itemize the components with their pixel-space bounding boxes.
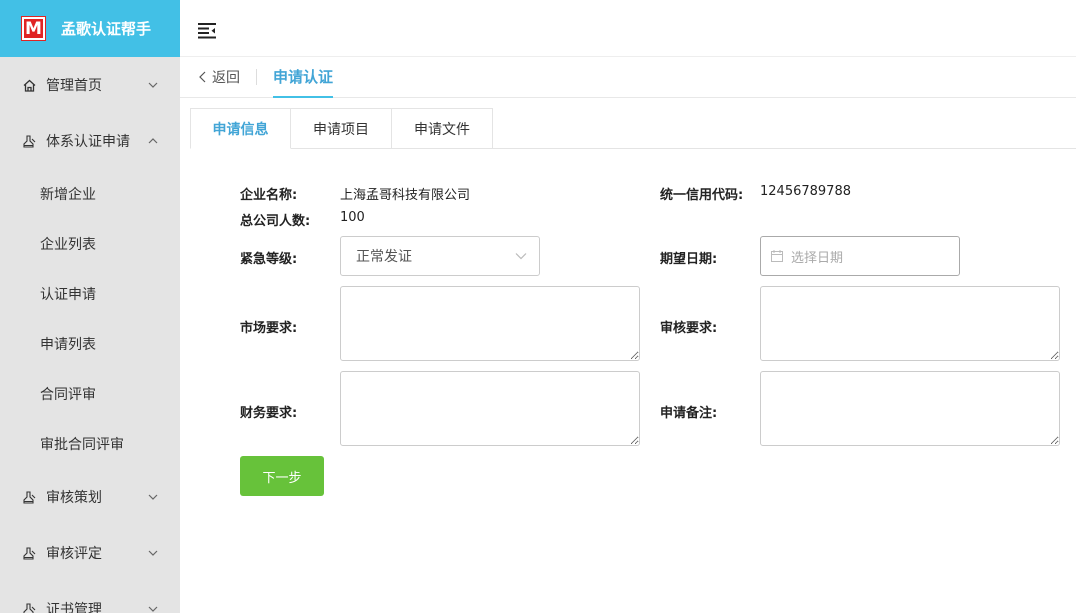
back-label: 返回 <box>212 70 240 86</box>
stamp-icon <box>22 490 36 504</box>
audit-requirement-label: 审核要求: <box>660 321 718 336</box>
credit-code-label: 统一信用代码: <box>660 188 744 203</box>
app-title: 孟歌认证帮手 <box>61 20 152 38</box>
sidebar-item-label: 证书管理 <box>46 602 102 613</box>
sidebar-item-label: 审核评定 <box>46 546 102 562</box>
breadcrumb: 返回 申请认证 <box>180 57 1076 98</box>
sidebar-item-label: 审核策划 <box>46 490 102 506</box>
sidebar-subitem-apply[interactable]: 认证申请 <box>0 269 180 319</box>
application-remarks-textarea[interactable] <box>760 371 1060 446</box>
sidebar-item-certification[interactable]: 体系认证申请 <box>0 113 180 169</box>
stamp-icon <box>22 602 36 613</box>
application-form: 企业名称: 上海孟哥科技有限公司 统一信用代码: 12456789788 总公司… <box>180 149 1076 613</box>
urgency-select[interactable]: 正常发证 <box>340 236 540 276</box>
date-placeholder: 选择日期 <box>791 250 844 266</box>
chevron-down-icon <box>148 550 158 556</box>
sidebar-item-label: 体系认证申请 <box>46 134 130 150</box>
brand[interactable]: M 孟歌认证帮手 <box>0 0 180 57</box>
sidebar: M 孟歌认证帮手 管理首页 体系认证申请 新增企业 企业列表 认证申请 申请列表 <box>0 0 180 613</box>
chevron-down-icon <box>148 494 158 500</box>
tab-bar: 申请信息 申请项目 申请文件 <box>190 108 1076 149</box>
logo-icon: M <box>21 16 46 41</box>
chevron-left-icon <box>199 71 206 83</box>
market-requirement-textarea[interactable] <box>340 286 640 361</box>
expected-date-picker[interactable]: 选择日期 <box>760 236 960 276</box>
tab-application-files[interactable]: 申请文件 <box>392 108 493 149</box>
headcount-value: 100 <box>340 210 365 225</box>
sidebar-item-home[interactable]: 管理首页 <box>0 57 180 113</box>
sidebar-subitem-new-company[interactable]: 新增企业 <box>0 169 180 219</box>
tab-application-info[interactable]: 申请信息 <box>190 108 291 149</box>
app: M 孟歌认证帮手 管理首页 体系认证申请 新增企业 企业列表 认证申请 申请列表 <box>0 0 1076 613</box>
sidebar-subitem-approve-contract-review[interactable]: 审批合同评审 <box>0 419 180 469</box>
sidebar-subitem-contract-review[interactable]: 合同评审 <box>0 369 180 419</box>
company-name-value: 上海孟哥科技有限公司 <box>340 188 471 203</box>
stamp-icon <box>22 134 36 148</box>
sidebar-subitem-company-list[interactable]: 企业列表 <box>0 219 180 269</box>
sidebar-item-audit-planning[interactable]: 审核策划 <box>0 469 180 525</box>
audit-requirement-textarea[interactable] <box>760 286 1060 361</box>
stamp-icon <box>22 546 36 560</box>
next-step-button[interactable]: 下一步 <box>240 456 324 496</box>
breadcrumb-current[interactable]: 申请认证 <box>273 57 334 98</box>
credit-code-value: 12456789788 <box>760 184 851 199</box>
chevron-up-icon <box>148 138 158 144</box>
sidebar-menu: 管理首页 体系认证申请 新增企业 企业列表 认证申请 申请列表 合同评审 审批合… <box>0 57 180 613</box>
home-icon <box>22 78 36 92</box>
headcount-label: 总公司人数: <box>240 214 311 229</box>
top-bar <box>180 0 1076 57</box>
expected-date-label: 期望日期: <box>660 252 718 267</box>
chevron-down-icon <box>148 82 158 88</box>
finance-requirement-label: 财务要求: <box>240 406 298 421</box>
chevron-down-icon <box>148 606 158 612</box>
chevron-down-icon <box>515 253 527 260</box>
tab-application-items[interactable]: 申请项目 <box>291 108 392 149</box>
urgency-selected-value: 正常发证 <box>356 249 412 265</box>
calendar-icon <box>771 250 783 262</box>
sidebar-subitem-apply-list[interactable]: 申请列表 <box>0 319 180 369</box>
back-button[interactable]: 返回 <box>198 67 240 87</box>
urgency-label: 紧急等级: <box>240 252 298 267</box>
finance-requirement-textarea[interactable] <box>340 371 640 446</box>
company-name-label: 企业名称: <box>240 188 298 203</box>
breadcrumb-divider <box>256 69 257 85</box>
market-requirement-label: 市场要求: <box>240 321 298 336</box>
sidebar-item-audit-evaluation[interactable]: 审核评定 <box>0 525 180 581</box>
sidebar-item-certificates[interactable]: 证书管理 <box>0 581 180 613</box>
application-remarks-label: 申请备注: <box>660 406 718 421</box>
collapse-menu-icon[interactable] <box>198 23 216 39</box>
sidebar-item-label: 管理首页 <box>46 78 102 94</box>
